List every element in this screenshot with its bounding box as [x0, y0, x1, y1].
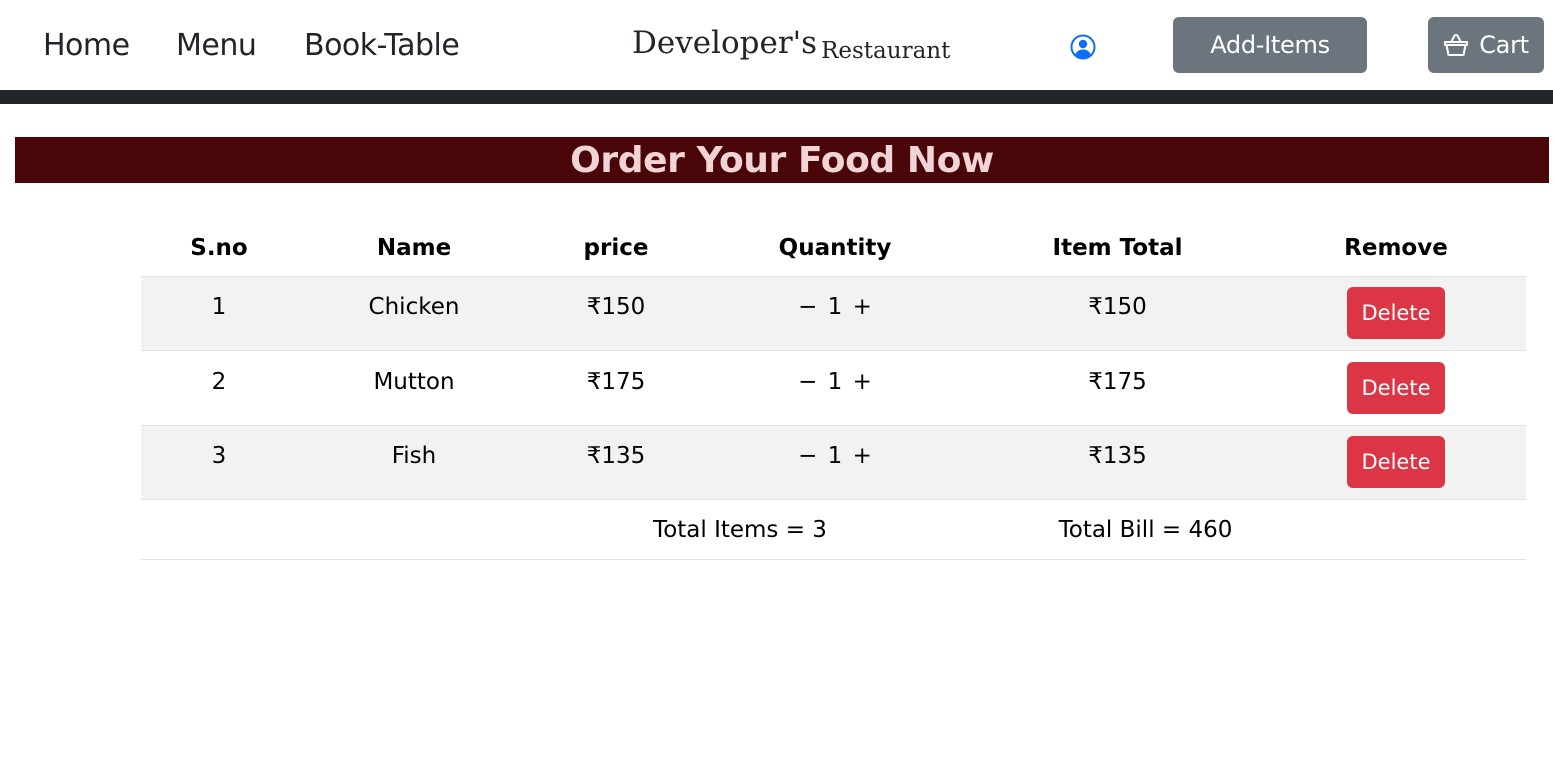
- cart-button[interactable]: Cart: [1428, 17, 1544, 73]
- brand-logo[interactable]: Developer's Restaurant: [632, 25, 951, 64]
- row-name: Mutton: [297, 350, 531, 426]
- cart-label: Cart: [1479, 31, 1529, 59]
- decrement-button[interactable]: −: [795, 369, 820, 395]
- user-circle-icon[interactable]: [1070, 34, 1096, 60]
- nav-link-menu[interactable]: Menu: [176, 27, 257, 65]
- header-remove: Remove: [1266, 220, 1526, 277]
- row-remove-cell: Delete: [1266, 276, 1526, 351]
- brand-name: Developer's: [632, 25, 818, 61]
- brand-subtitle: Restaurant: [821, 38, 951, 64]
- row-item-total: ₹135: [969, 425, 1266, 500]
- table-row: 1 Chicken ₹150 − 1 + ₹150 Delete: [141, 276, 1526, 351]
- add-items-button[interactable]: Add-Items: [1173, 17, 1367, 73]
- order-table: S.no Name price Quantity Item Total Remo…: [141, 220, 1526, 560]
- quantity-stepper: − 1 +: [701, 276, 969, 351]
- row-price: ₹150: [531, 276, 701, 351]
- quantity-stepper: − 1 +: [701, 425, 969, 500]
- row-sno: 1: [141, 276, 297, 351]
- navbar: Home Menu Book-Table Developer's Restaura…: [0, 0, 1553, 90]
- delete-button[interactable]: Delete: [1347, 361, 1445, 414]
- row-remove-cell: Delete: [1266, 425, 1526, 500]
- nav-link-book-table[interactable]: Book-Table: [304, 27, 460, 65]
- header-name: Name: [297, 220, 531, 277]
- header-quantity: Quantity: [701, 220, 969, 277]
- basket-icon: [1444, 34, 1469, 56]
- page-title-banner: Order Your Food Now: [15, 137, 1549, 183]
- table-row: 3 Fish ₹135 − 1 + ₹135 Delete: [141, 425, 1526, 500]
- delete-button[interactable]: Delete: [1347, 287, 1445, 340]
- quantity-value: 1: [827, 443, 843, 470]
- row-item-total: ₹175: [969, 350, 1266, 426]
- row-remove-cell: Delete: [1266, 350, 1526, 426]
- increment-button[interactable]: +: [850, 369, 875, 395]
- row-sno: 3: [141, 425, 297, 500]
- row-name: Chicken: [297, 276, 531, 351]
- delete-button[interactable]: Delete: [1347, 436, 1445, 489]
- table-header-row: S.no Name price Quantity Item Total Remo…: [141, 220, 1526, 277]
- header-price: price: [531, 220, 701, 277]
- quantity-value: 1: [827, 294, 843, 321]
- header-sno: S.no: [141, 220, 297, 277]
- navbar-divider: [0, 90, 1553, 104]
- header-item-total: Item Total: [969, 220, 1266, 277]
- table-footer-row: Total Items = 3 Total Bill = 460: [141, 499, 1526, 560]
- row-item-total: ₹150: [969, 276, 1266, 351]
- add-items-label: Add-Items: [1210, 31, 1330, 59]
- table-row: 2 Mutton ₹175 − 1 + ₹175 Delete: [141, 350, 1526, 426]
- increment-button[interactable]: +: [850, 294, 875, 320]
- row-sno: 2: [141, 350, 297, 426]
- decrement-button[interactable]: −: [795, 294, 820, 320]
- row-price: ₹175: [531, 350, 701, 426]
- quantity-value: 1: [827, 368, 843, 395]
- total-bill: Total Bill = 460: [969, 499, 1266, 560]
- total-items: Total Items = 3: [531, 499, 969, 560]
- increment-button[interactable]: +: [850, 443, 875, 469]
- row-name: Fish: [297, 425, 531, 500]
- quantity-stepper: − 1 +: [701, 350, 969, 426]
- decrement-button[interactable]: −: [795, 443, 820, 469]
- nav-link-home[interactable]: Home: [43, 27, 130, 65]
- row-price: ₹135: [531, 425, 701, 500]
